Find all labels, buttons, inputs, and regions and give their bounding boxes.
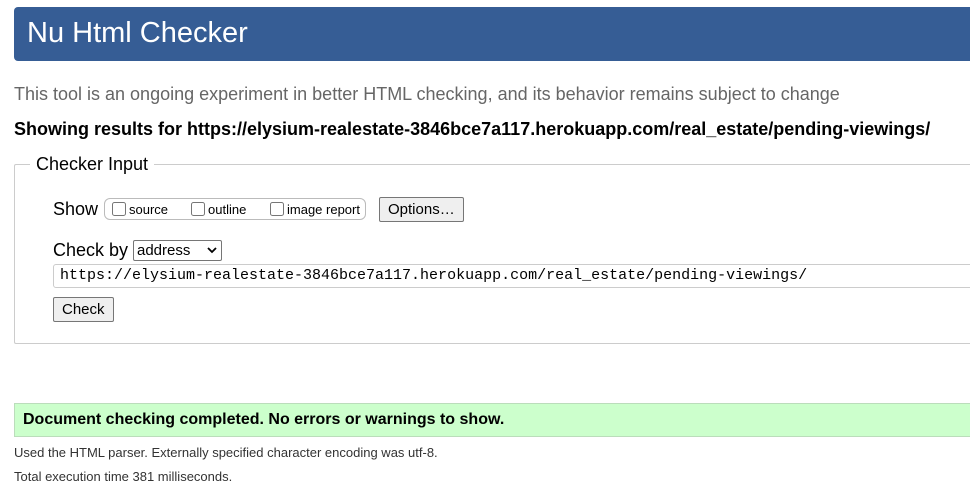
page: Nu Html Checker This tool is an ongoing … — [0, 0, 970, 490]
show-source-checkbox[interactable] — [112, 202, 126, 216]
parser-note: Used the HTML parser. Externally specifi… — [14, 445, 438, 460]
check-by-label: Check by — [53, 240, 129, 260]
page-title[interactable]: Nu Html Checker — [27, 17, 248, 49]
show-source-label: source — [129, 201, 169, 217]
show-outline-option[interactable]: outline — [191, 199, 246, 219]
show-outline-checkbox[interactable] — [191, 202, 205, 216]
show-outline-label: outline — [208, 201, 247, 217]
header-bar: Nu Html Checker — [14, 7, 970, 61]
url-input[interactable]: https://elysium-realestate-3846bce7a117.… — [53, 264, 970, 288]
options-button[interactable]: Options… — [379, 197, 464, 222]
show-image-report-checkbox[interactable] — [270, 202, 284, 216]
results-heading: Showing results for https://elysium-real… — [14, 119, 931, 139]
show-source-option[interactable]: source — [112, 199, 168, 219]
checker-input-legend: Checker Input — [30, 153, 155, 175]
show-image-report-option[interactable]: image report — [270, 199, 360, 219]
show-image-report-label: image report — [287, 201, 360, 217]
check-button[interactable]: Check — [53, 297, 114, 322]
show-label: Show — [53, 199, 99, 219]
execution-time: Total execution time 381 milliseconds. — [14, 469, 233, 484]
show-options-group: source outline image report — [104, 198, 366, 220]
check-by-selected-value: address — [137, 242, 191, 259]
success-banner: Document checking completed. No errors o… — [14, 403, 970, 437]
tagline: This tool is an ongoing experiment in be… — [14, 84, 840, 104]
check-by-select[interactable]: address — [133, 240, 222, 261]
success-message: Document checking completed. No errors o… — [23, 411, 505, 428]
